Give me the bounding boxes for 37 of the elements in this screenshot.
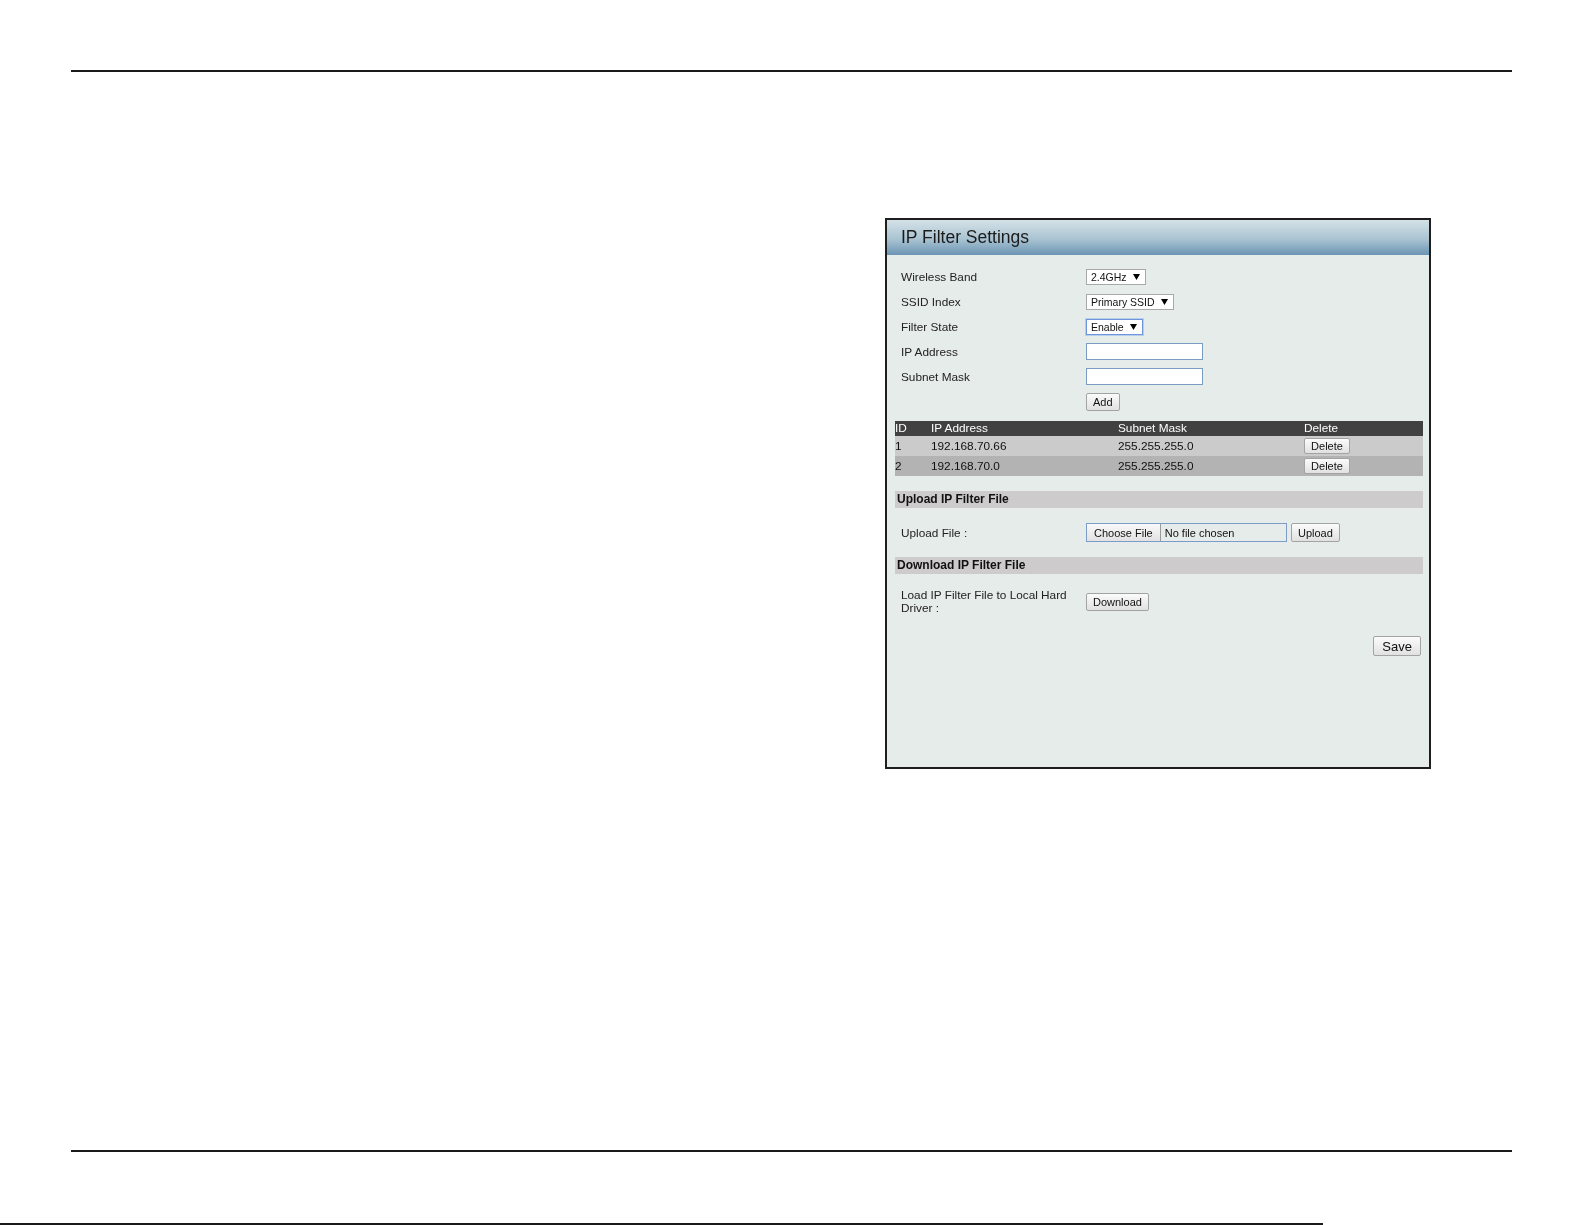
field-label: SSID Index bbox=[901, 294, 962, 309]
delete-button[interactable]: Delete bbox=[1304, 458, 1350, 474]
caret-icon bbox=[1132, 273, 1140, 280]
field-label: Filter State bbox=[901, 319, 960, 334]
caret-icon bbox=[1160, 298, 1168, 305]
table-cell-text: 192.168.70.0 bbox=[931, 459, 1001, 473]
section-header: Upload IP Filter File bbox=[895, 491, 1423, 508]
add-button[interactable]: Add bbox=[1086, 392, 1120, 411]
dropdown[interactable]: Primary SSID bbox=[1086, 293, 1174, 310]
field-label: Upload File : bbox=[901, 525, 969, 540]
table-cell-text: 255.255.255.0 bbox=[1118, 439, 1195, 453]
input-field[interactable] bbox=[1086, 343, 1203, 360]
table-cell-text: 2 bbox=[895, 459, 903, 473]
table-cell-text: 1 bbox=[895, 439, 903, 453]
column-header: Delete bbox=[1304, 421, 1340, 436]
panel-title: IP Filter Settings bbox=[901, 227, 1030, 248]
column-header: ID bbox=[895, 421, 908, 436]
upload-button[interactable]: Upload bbox=[1291, 523, 1340, 542]
field-label: Subnet Mask bbox=[901, 369, 971, 384]
section-header: Download IP Filter File bbox=[895, 557, 1423, 574]
table-cell-text: 255.255.255.0 bbox=[1118, 459, 1195, 473]
caret-icon bbox=[1129, 323, 1137, 330]
dropdown[interactable]: 2.4GHz bbox=[1086, 268, 1146, 285]
file-input[interactable]: Choose File No file chosen bbox=[1086, 523, 1287, 542]
save-button[interactable]: Save bbox=[1373, 636, 1421, 656]
file-status-text: No file chosen bbox=[1164, 525, 1235, 541]
column-header: Subnet Mask bbox=[1118, 421, 1188, 436]
download-button[interactable]: Download bbox=[1086, 593, 1149, 611]
field-label: Wireless Band bbox=[901, 269, 979, 284]
delete-button[interactable]: Delete bbox=[1304, 438, 1350, 454]
dropdown[interactable]: Enable bbox=[1086, 318, 1143, 335]
table-cell-text: 192.168.70.66 bbox=[931, 439, 1008, 453]
field-label: IP Address bbox=[901, 344, 959, 359]
input-field[interactable] bbox=[1086, 368, 1203, 385]
field-label: Load IP Filter File to Local Hard Driver : bbox=[901, 588, 1068, 616]
column-header: IP Address bbox=[931, 421, 989, 436]
choose-file-button[interactable]: Choose File bbox=[1087, 524, 1161, 541]
